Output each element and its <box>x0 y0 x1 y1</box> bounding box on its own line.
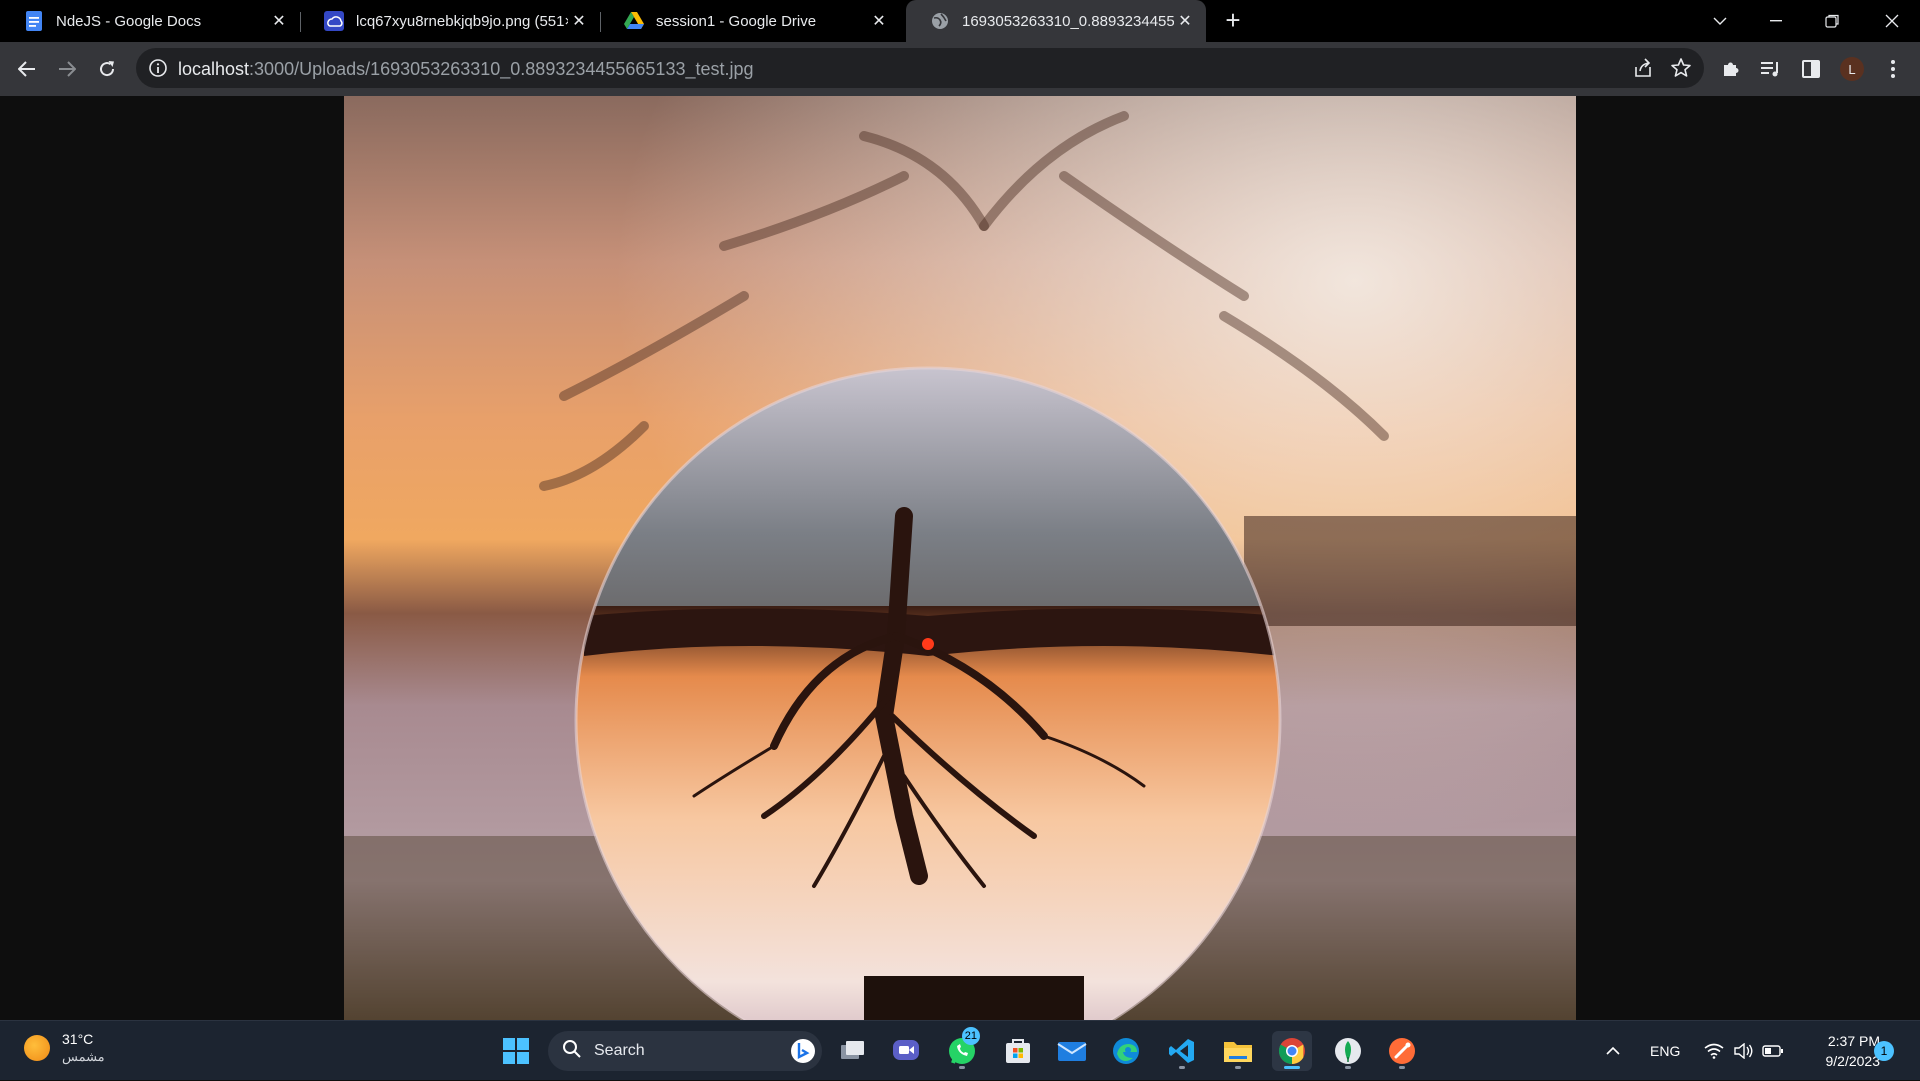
search-label: Search <box>594 1042 645 1059</box>
mail-icon[interactable] <box>1052 1031 1092 1071</box>
task-view-icon[interactable] <box>832 1031 872 1071</box>
address-bar[interactable]: localhost:3000/Uploads/1693053263310_0.8… <box>136 48 1704 88</box>
google-docs-icon <box>24 11 44 31</box>
clock-date: 9/2/2023 <box>1825 1053 1881 1069</box>
weather-temperature: 31°C <box>62 1031 94 1047</box>
taskbar-search-box[interactable]: Search <box>548 1031 822 1071</box>
side-panel-icon[interactable] <box>1796 54 1826 84</box>
page-viewport <box>0 96 1920 1020</box>
bing-icon[interactable] <box>790 1038 816 1069</box>
cloudinary-icon <box>324 11 344 31</box>
url-host: localhost <box>178 59 250 79</box>
mongodb-compass-icon[interactable] <box>1328 1031 1368 1071</box>
running-indicator <box>959 1066 965 1069</box>
forward-button[interactable] <box>52 54 82 84</box>
file-explorer-icon[interactable] <box>1218 1031 1258 1071</box>
tab-search-chevron-icon[interactable] <box>1692 0 1748 42</box>
extensions-puzzle-icon[interactable] <box>1716 54 1746 84</box>
url-text[interactable]: localhost:3000/Uploads/1693053263310_0.8… <box>178 59 754 80</box>
wifi-icon[interactable] <box>1704 1021 1724 1081</box>
running-indicator <box>1345 1066 1351 1069</box>
edge-browser-icon[interactable] <box>1106 1031 1146 1071</box>
search-icon <box>562 1039 582 1064</box>
running-indicator <box>1284 1066 1300 1069</box>
google-drive-icon <box>624 11 644 31</box>
new-tab-button[interactable]: + <box>1220 7 1246 34</box>
sunny-weather-icon <box>24 1035 50 1061</box>
running-indicator <box>1399 1066 1405 1069</box>
clock-time: 2:37 PM <box>1827 1033 1880 1049</box>
show-hidden-icons-chevron-icon[interactable] <box>1606 1021 1620 1081</box>
running-indicator <box>1235 1066 1241 1069</box>
share-icon[interactable] <box>1632 57 1654 79</box>
close-tab-icon[interactable]: ✕ <box>1174 10 1196 32</box>
language-indicator[interactable]: ENG <box>1650 1021 1680 1081</box>
notification-badge[interactable]: 1 <box>1874 1041 1894 1061</box>
chrome-menu-icon[interactable] <box>1878 54 1908 84</box>
weather-widget[interactable]: 31°C مشمس <box>24 1031 105 1065</box>
tab-google-docs[interactable]: NdeJS - Google Docs ✕ <box>0 0 300 42</box>
postman-icon[interactable] <box>1382 1031 1422 1071</box>
tab-cloudinary-image[interactable]: lcq67xyu8rnebkjqb9jo.png (551× ✕ <box>300 0 600 42</box>
bookmark-star-icon[interactable] <box>1670 57 1692 79</box>
taskbar-clock[interactable]: 2:37 PM 9/2/2023 <box>1800 1031 1881 1071</box>
weather-condition: مشمس <box>62 1049 105 1064</box>
restore-button[interactable] <box>1804 0 1860 42</box>
tab-title: NdeJS - Google Docs <box>56 12 202 30</box>
volume-icon[interactable] <box>1734 1021 1754 1081</box>
minimize-button[interactable] <box>1748 0 1804 42</box>
tab-title: session1 - Google Drive <box>656 12 817 30</box>
start-button[interactable] <box>496 1031 536 1071</box>
site-info-icon[interactable] <box>148 58 168 78</box>
back-button[interactable] <box>12 54 42 84</box>
close-tab-icon[interactable]: ✕ <box>268 10 290 32</box>
tab-title: lcq67xyu8rnebkjqb9jo.png (551× <box>356 12 568 30</box>
running-indicator <box>1179 1066 1185 1069</box>
battery-icon[interactable] <box>1762 1021 1784 1081</box>
tab-google-drive[interactable]: session1 - Google Drive ✕ <box>600 0 900 42</box>
profile-avatar[interactable]: L <box>1840 57 1864 81</box>
close-tab-icon[interactable]: ✕ <box>568 10 590 32</box>
tab-uploaded-image[interactable]: 1693053263310_0.889323445566 ✕ <box>906 0 1206 42</box>
close-window-button[interactable] <box>1864 0 1920 42</box>
url-path: :3000/Uploads/1693053263310_0.8893234455… <box>249 59 754 79</box>
browser-toolbar: localhost:3000/Uploads/1693053263310_0.8… <box>0 42 1920 96</box>
windows-taskbar: 31°C مشمس Search 21 ENG 2:37 PM 9/2/2023… <box>0 1020 1920 1080</box>
whatsapp-badge: 21 <box>961 1027 980 1045</box>
crystal-ball-sunset-photo[interactable] <box>344 96 1576 1020</box>
globe-icon <box>930 11 950 31</box>
whatsapp-icon[interactable]: 21 <box>942 1027 982 1071</box>
reload-button[interactable] <box>92 54 122 84</box>
tab-title: 1693053263310_0.889323445566 <box>962 12 1174 30</box>
close-tab-icon[interactable]: ✕ <box>868 10 890 32</box>
tab-strip: NdeJS - Google Docs ✕ lcq67xyu8rnebkjqb9… <box>0 0 1920 42</box>
media-queue-icon[interactable] <box>1756 54 1786 84</box>
microsoft-store-icon[interactable] <box>998 1031 1038 1071</box>
vscode-icon[interactable] <box>1162 1031 1202 1071</box>
teams-chat-icon[interactable] <box>886 1031 926 1071</box>
chrome-icon[interactable] <box>1272 1031 1312 1071</box>
